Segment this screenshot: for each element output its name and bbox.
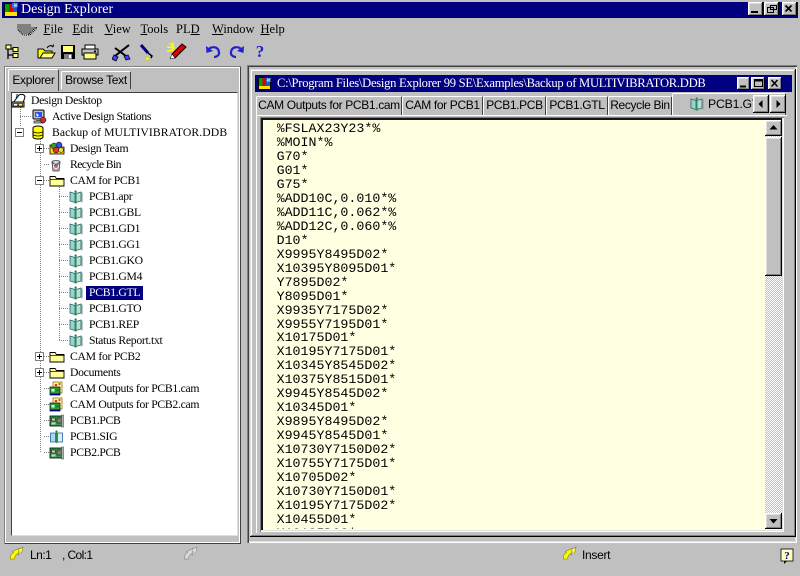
svg-text:?: ? [784, 550, 790, 562]
